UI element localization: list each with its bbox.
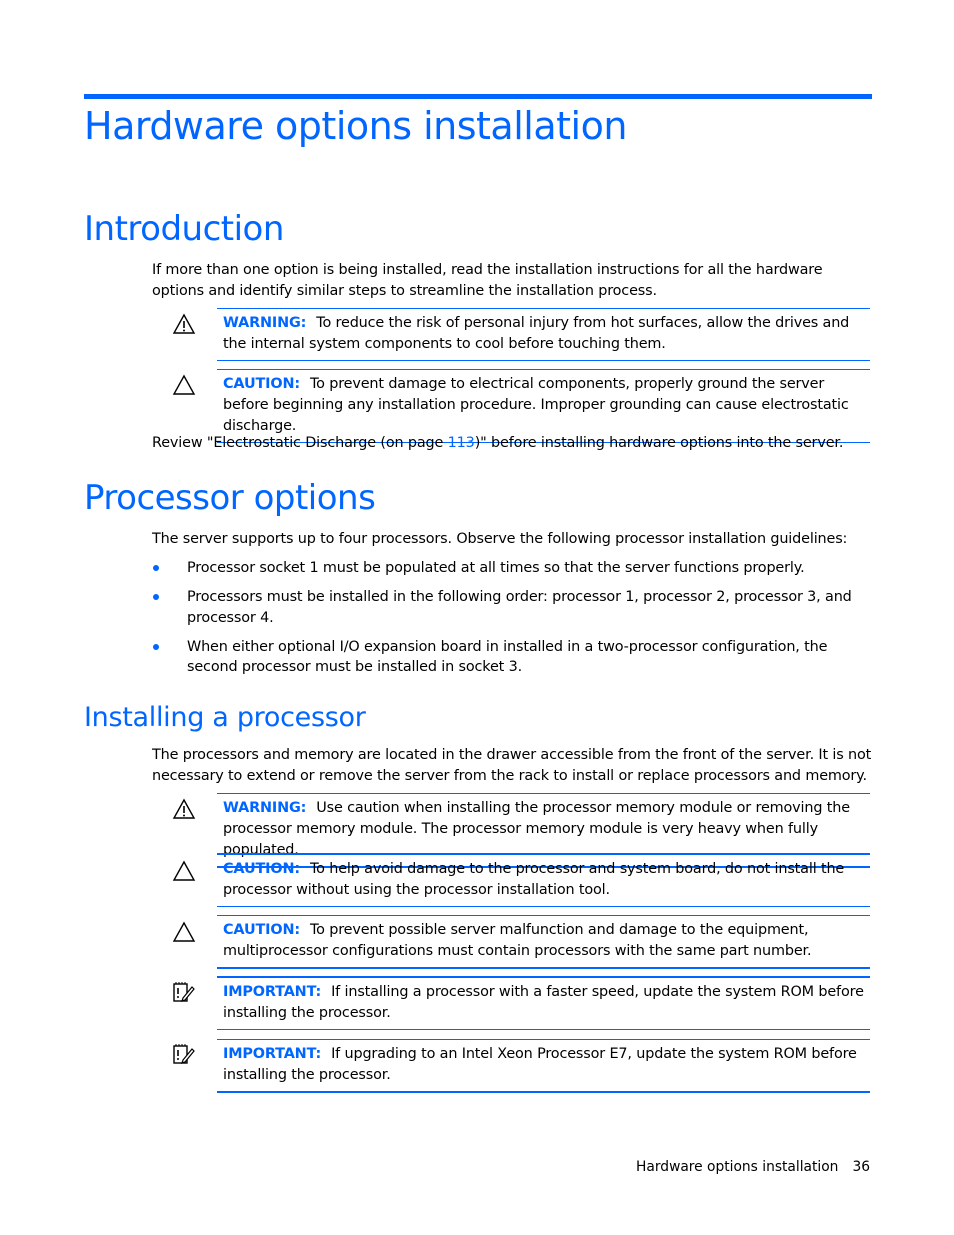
list-item: When either optional I/O expansion board… — [152, 637, 872, 678]
caution-note: CAUTION: To help avoid damage to the proc… — [217, 853, 870, 907]
note-label: CAUTION: — [223, 376, 300, 392]
warning-triangle-exclamation-icon — [172, 798, 196, 819]
introduction-paragraph: If more than one option is being install… — [152, 262, 823, 299]
important-note: IMPORTANT: If upgrading to an Intel Xeon … — [217, 1039, 870, 1093]
list-item-text: Processor socket 1 must be populated at … — [187, 560, 805, 576]
bullet-icon — [153, 594, 159, 600]
page-title: Hardware options installation — [84, 104, 627, 148]
note-label: IMPORTANT: — [223, 1046, 322, 1062]
list-item: Processor socket 1 must be populated at … — [152, 558, 872, 579]
title-rule — [84, 94, 872, 99]
bullet-icon — [153, 643, 159, 650]
installing-processor-paragraph: The processors and memory are located in… — [152, 747, 872, 784]
list-item-text: Processors must be installed in the foll… — [187, 589, 852, 626]
important-note: IMPORTANT: If installing a processor with… — [217, 976, 870, 1030]
note-text: To help avoid damage to the processor an… — [223, 861, 845, 898]
note-text: Use caution when installing the processo… — [223, 800, 850, 858]
note-label: CAUTION: — [223, 861, 300, 877]
review-paragraph: Review "Electrostatic Discharge (on page… — [152, 433, 872, 454]
introduction-heading: Introduction — [84, 209, 284, 249]
note-text: To reduce the risk of personal injury fr… — [223, 315, 850, 352]
page-footer: Hardware options installation 36 — [600, 1158, 870, 1176]
page-number: 36 — [852, 1159, 870, 1175]
installing-processor-heading: Installing a processor — [84, 702, 366, 733]
bullet-icon — [153, 565, 159, 571]
important-notepad-icon — [173, 982, 195, 1002]
note-label: IMPORTANT: — [223, 984, 322, 1000]
processor-options-heading: Processor options — [84, 478, 376, 518]
review-text-after: )" before installing hardware options in… — [474, 435, 844, 451]
review-text-before: Review "Electrostatic Discharge (on page — [152, 435, 448, 451]
note-label: CAUTION: — [223, 922, 300, 938]
caution-note: CAUTION: To prevent possible server malfu… — [217, 915, 870, 969]
caution-triangle-icon — [172, 860, 196, 881]
list-item-text: When either optional I/O expansion board… — [187, 638, 828, 676]
caution-note: CAUTION: To prevent damage to electrical … — [217, 369, 870, 443]
caution-triangle-icon — [172, 374, 196, 395]
important-notepad-icon — [173, 1044, 195, 1064]
page-link[interactable]: 113 — [448, 435, 475, 451]
warning-triangle-exclamation-icon — [172, 313, 196, 334]
note-text: To prevent possible server malfunction a… — [223, 922, 812, 959]
list-item: Processors must be installed in the foll… — [152, 587, 872, 628]
processor-options-paragraph: The server supports up to four processor… — [152, 531, 848, 547]
footer-section: Hardware options installation — [636, 1159, 839, 1175]
warning-note: WARNING: To reduce the risk of personal i… — [217, 308, 870, 361]
note-text: To prevent damage to electrical componen… — [223, 376, 849, 434]
caution-triangle-icon — [172, 921, 196, 942]
note-label: WARNING: — [223, 800, 307, 816]
note-label: WARNING: — [223, 315, 307, 331]
guidelines-list: Processor socket 1 must be populated at … — [152, 558, 872, 686]
